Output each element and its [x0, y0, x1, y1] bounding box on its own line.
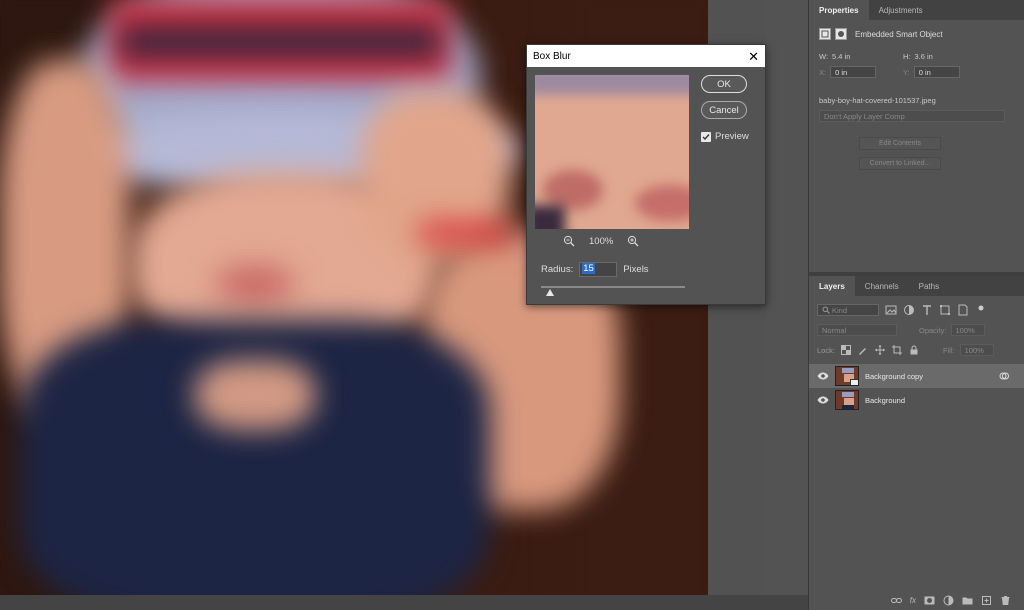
- zoom-in-icon[interactable]: [627, 235, 639, 247]
- y-field[interactable]: 0 in: [913, 66, 960, 78]
- layers-tabs: Layers Channels Paths: [809, 276, 1024, 296]
- adjustment-filter-icon[interactable]: [903, 304, 915, 316]
- lock-move-icon[interactable]: [874, 344, 886, 356]
- preview-toggle[interactable]: Preview: [701, 131, 749, 142]
- x-field[interactable]: 0 in: [830, 66, 877, 78]
- layer-filter-kind: Kind: [832, 305, 848, 315]
- status-bar: [0, 595, 808, 610]
- image-filter-icon[interactable]: [885, 304, 897, 316]
- tab-properties[interactable]: Properties: [809, 0, 869, 20]
- filter-toggle-icon[interactable]: [975, 304, 987, 316]
- dialog-title: Box Blur: [533, 50, 571, 62]
- preview-label: Preview: [715, 131, 749, 142]
- visibility-eye-icon[interactable]: [817, 372, 829, 380]
- panel-dock: Properties Adjustments Embedded Smart Ob…: [808, 0, 1024, 610]
- radius-slider-track[interactable]: [541, 286, 685, 288]
- tab-channels[interactable]: Channels: [855, 276, 909, 296]
- smart-object-filename: baby-boy-hat-covered-101537.jpeg: [819, 96, 936, 105]
- check-icon: [702, 133, 710, 140]
- properties-tabs: Properties Adjustments: [809, 0, 1024, 20]
- new-layer-icon[interactable]: [981, 595, 992, 606]
- type-filter-icon[interactable]: [921, 304, 933, 316]
- new-group-icon[interactable]: [962, 595, 973, 606]
- opacity-label: Opacity:: [919, 325, 947, 335]
- object-type: Embedded Smart Object: [855, 29, 943, 39]
- zoom-level: 100%: [589, 235, 614, 247]
- zoom-controls: 100%: [563, 235, 639, 247]
- cancel-button[interactable]: Cancel: [701, 101, 747, 119]
- fx-icon[interactable]: fx: [910, 596, 916, 605]
- height-label: H:: [903, 52, 911, 61]
- layer-thumbnail: [835, 366, 859, 386]
- tab-layers[interactable]: Layers: [809, 276, 855, 296]
- layer-row[interactable]: Background: [809, 388, 1024, 412]
- smart-object-filter-icon[interactable]: [957, 304, 969, 316]
- shape-filter-icon[interactable]: [939, 304, 951, 316]
- properties-panel: Embedded Smart Object W: 5.4 in H: 3.6 i…: [809, 20, 1024, 272]
- lock-artboard-icon[interactable]: [891, 344, 903, 356]
- layer-row[interactable]: Background copy: [809, 364, 1024, 388]
- layer-name[interactable]: Background: [865, 396, 905, 405]
- visibility-eye-icon[interactable]: [817, 396, 829, 404]
- tab-paths[interactable]: Paths: [909, 276, 949, 296]
- height-value[interactable]: 3.6 in: [915, 52, 933, 61]
- fill-field[interactable]: 100%: [959, 344, 994, 356]
- lock-transparent-icon[interactable]: [840, 344, 852, 356]
- opacity-field[interactable]: 100%: [950, 324, 985, 336]
- radius-slider-thumb[interactable]: [545, 289, 554, 296]
- radius-value: 15: [582, 263, 595, 274]
- radius-unit: Pixels: [623, 264, 649, 275]
- convert-to-linked-button[interactable]: Convert to Linked...: [859, 157, 941, 170]
- lock-label: Lock:: [817, 345, 835, 355]
- fill-label: Fill:: [942, 345, 955, 355]
- edit-contents-button[interactable]: Edit Contents: [859, 137, 941, 150]
- filter-preview[interactable]: [535, 75, 689, 229]
- lock-all-icon[interactable]: [908, 344, 920, 356]
- search-icon: [822, 306, 830, 314]
- smart-object-icon: [819, 28, 831, 40]
- layers-footer: fx: [809, 590, 1024, 610]
- ok-button[interactable]: OK: [701, 75, 747, 93]
- smart-filter-icon[interactable]: [999, 371, 1009, 381]
- layers-panel: Layers Channels Paths Kind Normal Opacit…: [809, 276, 1024, 610]
- radius-row: Radius: 15 Pixels: [541, 262, 649, 277]
- tab-adjustments[interactable]: Adjustments: [869, 0, 933, 20]
- layer-comp-select[interactable]: Don't Apply Layer Comp: [819, 110, 1005, 122]
- trash-icon[interactable]: [1000, 595, 1011, 606]
- y-label: Y:: [903, 67, 910, 77]
- layer-name[interactable]: Background copy: [865, 372, 923, 381]
- layer-thumbnail: [835, 390, 859, 410]
- panel-gutter: [766, 0, 808, 595]
- radius-label: Radius:: [541, 264, 574, 275]
- lock-brush-icon[interactable]: [857, 344, 869, 356]
- radius-input[interactable]: 15: [579, 262, 618, 277]
- close-icon[interactable]: ✕: [748, 50, 759, 63]
- mask-icon[interactable]: [835, 28, 847, 40]
- dialog-titlebar[interactable]: Box Blur ✕: [527, 45, 765, 67]
- layer-filter-select[interactable]: Kind: [817, 304, 879, 316]
- width-label: W:: [819, 52, 829, 61]
- x-label: X:: [819, 67, 827, 77]
- blend-mode-select[interactable]: Normal: [817, 324, 897, 336]
- link-layers-icon[interactable]: [890, 595, 902, 606]
- preview-checkbox[interactable]: [701, 131, 711, 142]
- box-blur-dialog: Box Blur ✕ OK Cancel Preview 100% Radius…: [526, 44, 766, 305]
- zoom-out-icon[interactable]: [563, 235, 575, 247]
- adjustment-layer-icon[interactable]: [943, 595, 954, 606]
- width-value[interactable]: 5.4 in: [832, 52, 850, 61]
- add-mask-icon[interactable]: [924, 595, 935, 606]
